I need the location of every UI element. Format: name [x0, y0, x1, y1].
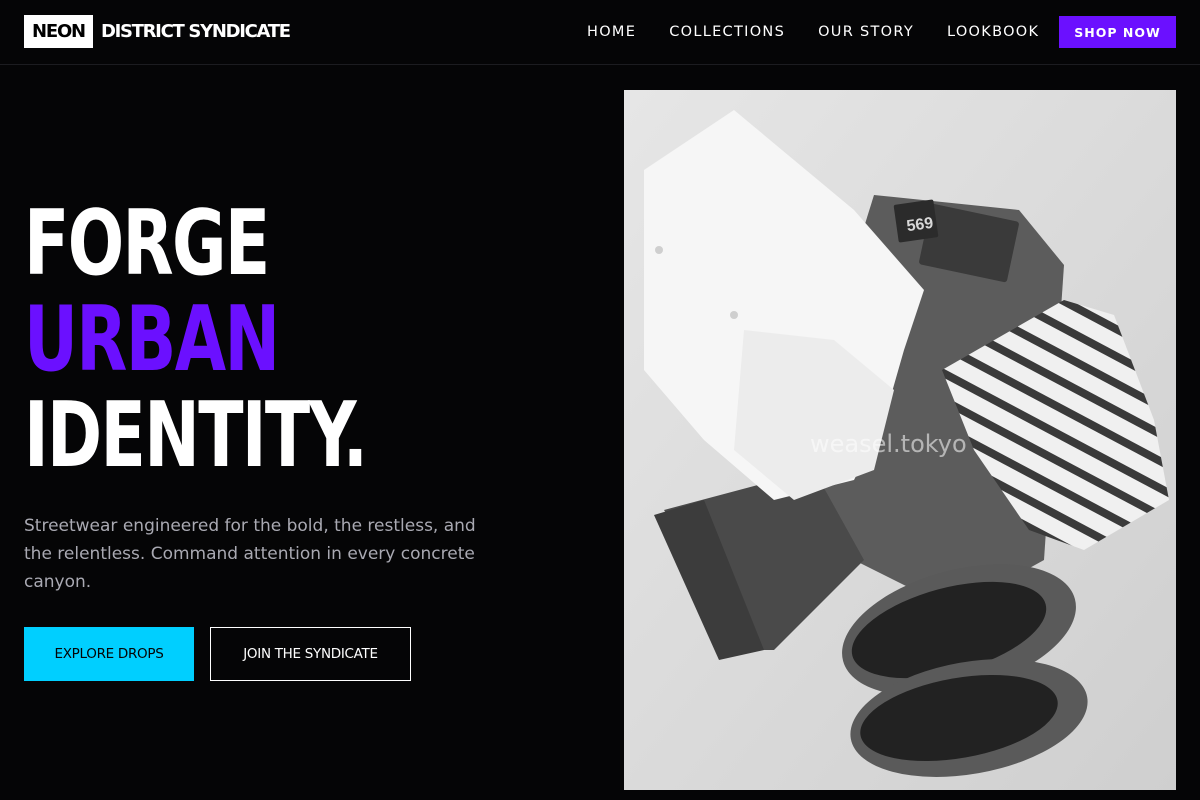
nav-link-lookbook[interactable]: LOOKBOOK	[947, 24, 1039, 40]
explore-drops-button[interactable]: EXPLORE DROPS	[24, 627, 194, 681]
nav-link-home[interactable]: HOME	[587, 24, 636, 40]
hero-product-photo: 569 weasel.tokyo	[624, 90, 1176, 790]
photo-watermark: weasel.tokyo	[810, 430, 967, 458]
logo-mark: NEON	[24, 15, 93, 48]
nav-link-collections[interactable]: COLLECTIONS	[669, 24, 785, 40]
nav-link-our-story[interactable]: OUR STORY	[818, 24, 914, 40]
site-header: NEON DISTRICT SYNDICATE HOME COLLECTIONS…	[0, 0, 1200, 65]
hero-subtitle: Streetwear engineered for the bold, the …	[24, 516, 476, 592]
headline-line-2: URBAN	[24, 287, 280, 392]
join-syndicate-button[interactable]: JOIN THE SYNDICATE	[210, 627, 411, 681]
headline-line-3: IDENTITY.	[24, 383, 368, 488]
headline-line-1: FORGE	[24, 191, 270, 296]
shop-now-button[interactable]: SHOP NOW	[1059, 16, 1176, 48]
logo-wordmark: DISTRICT SYNDICATE	[100, 21, 291, 42]
hero-headline: FORGE URBAN IDENTITY.	[24, 196, 584, 484]
brand-logo[interactable]: NEON DISTRICT SYNDICATE	[24, 15, 291, 48]
main-nav: HOME COLLECTIONS OUR STORY LOOKBOOK	[587, 22, 1039, 42]
